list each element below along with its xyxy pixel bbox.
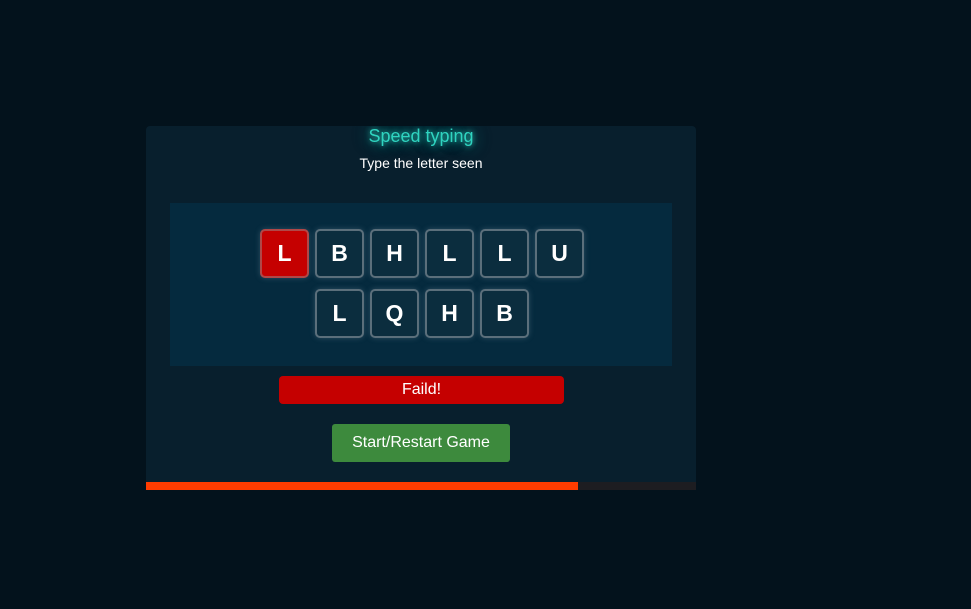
- letter-tile-current: L: [260, 229, 309, 278]
- letter-tile: L: [425, 229, 474, 278]
- letter-tile: L: [480, 229, 529, 278]
- start-restart-button[interactable]: Start/Restart Game: [332, 424, 510, 462]
- letter-tile: B: [480, 289, 529, 338]
- game-instructions: Type the letter seen: [359, 155, 483, 171]
- letter-tile: B: [315, 229, 364, 278]
- timer-progress-fill: [146, 482, 578, 490]
- letter-tile: H: [370, 229, 419, 278]
- letter-tile: U: [535, 229, 584, 278]
- letter-tile: H: [425, 289, 474, 338]
- game-panel: Speed typing Type the letter seen L B H …: [146, 126, 696, 490]
- timer-progress-bar: [146, 482, 696, 490]
- letter-tile: Q: [370, 289, 419, 338]
- game-title: Speed typing: [368, 126, 474, 146]
- letter-tile: L: [315, 289, 364, 338]
- status-message: Faild!: [279, 376, 564, 404]
- letter-board: L B H L L U L Q H B: [170, 203, 672, 366]
